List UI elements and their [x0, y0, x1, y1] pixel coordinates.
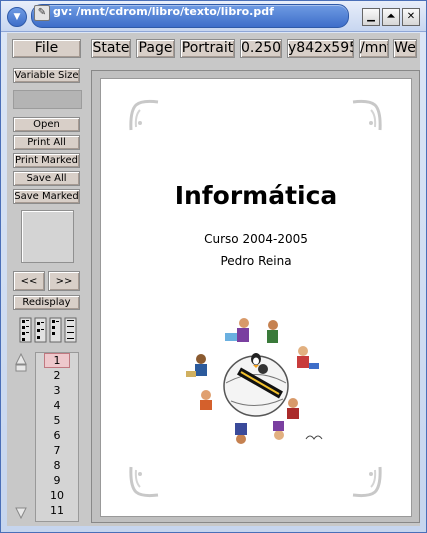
- file-path-button[interactable]: /mnt: [359, 39, 389, 58]
- close-button[interactable]: ✕: [402, 8, 420, 26]
- mark-unmark-icon[interactable]: [64, 317, 77, 343]
- maximize-button[interactable]: ⏶: [382, 8, 400, 26]
- page-list-item[interactable]: 11: [36, 503, 78, 518]
- save-all-button[interactable]: Save All: [13, 171, 80, 186]
- redisplay-button[interactable]: Redisplay: [13, 295, 80, 310]
- print-marked-button[interactable]: Print Marked: [13, 153, 80, 168]
- mark-odd-icon[interactable]: [19, 317, 32, 343]
- file-menu-button[interactable]: File: [12, 39, 81, 58]
- globe-illustration: [186, 318, 323, 444]
- minimize-button[interactable]: ▁: [362, 8, 380, 26]
- page-list-item[interactable]: 7: [36, 443, 78, 458]
- page-list-item[interactable]: 9: [36, 473, 78, 488]
- app-icon: ✎: [34, 5, 50, 21]
- page-menu-button[interactable]: Page: [136, 39, 175, 58]
- page-list-item[interactable]: 4: [36, 398, 78, 413]
- document-title: Informática: [174, 181, 338, 210]
- corner-ornament-top-left: [129, 99, 159, 131]
- panner[interactable]: [21, 210, 74, 263]
- page-list-scrollbar[interactable]: [14, 352, 28, 520]
- window-title: gv: /mnt/cdrom/libro/texto/libro.pdf: [53, 5, 274, 18]
- document-viewport[interactable]: Informática Curso 2004-2005 Pedro Reina: [91, 70, 420, 523]
- document-page: Informática Curso 2004-2005 Pedro Reina: [100, 78, 412, 517]
- client-area: File State Page Portrait 0.250 y842x595 …: [7, 33, 420, 526]
- corner-ornament-bottom-right: [352, 466, 382, 498]
- page-list-item[interactable]: 6: [36, 428, 78, 443]
- page-list-item[interactable]: 8: [36, 458, 78, 473]
- window-menu-icon[interactable]: ▼: [7, 7, 27, 27]
- document-course: Curso 2004-2005: [204, 232, 308, 246]
- document-author: Pedro Reina: [220, 254, 292, 268]
- scale-menu-button[interactable]: 0.250: [240, 39, 282, 58]
- we-button[interactable]: We: [393, 39, 417, 58]
- corner-ornament-bottom-left: [129, 466, 159, 498]
- corner-ornament-top-right: [352, 99, 382, 131]
- title-bar[interactable]: ▼ ✎ gv: /mnt/cdrom/libro/texto/libro.pdf…: [1, 1, 426, 32]
- next-page-button[interactable]: >>: [48, 271, 80, 291]
- mark-buttons: [19, 317, 77, 343]
- page-list-item[interactable]: 2: [36, 368, 78, 383]
- page-list-item[interactable]: 10: [36, 488, 78, 503]
- print-all-button[interactable]: Print All: [13, 135, 80, 150]
- page-list-item[interactable]: 1: [44, 353, 70, 368]
- status-swatch: [13, 90, 82, 109]
- gv-window: ▼ ✎ gv: /mnt/cdrom/libro/texto/libro.pdf…: [0, 0, 427, 533]
- mark-current-icon[interactable]: [49, 317, 62, 343]
- page-list-item[interactable]: 3: [36, 383, 78, 398]
- variable-size-button[interactable]: Variable Size: [13, 68, 80, 83]
- open-button[interactable]: Open: [13, 117, 80, 132]
- page-list[interactable]: 1 2 3 4 5 6 7 8 9 10 11: [35, 352, 79, 522]
- page-list-item[interactable]: 5: [36, 413, 78, 428]
- orientation-menu-button[interactable]: Portrait: [180, 39, 235, 58]
- save-marked-button[interactable]: Save Marked: [13, 189, 80, 204]
- previous-page-button[interactable]: <<: [13, 271, 45, 291]
- media-size-button[interactable]: y842x595: [287, 39, 354, 58]
- state-menu-button[interactable]: State: [91, 39, 131, 58]
- mark-even-icon[interactable]: [34, 317, 47, 343]
